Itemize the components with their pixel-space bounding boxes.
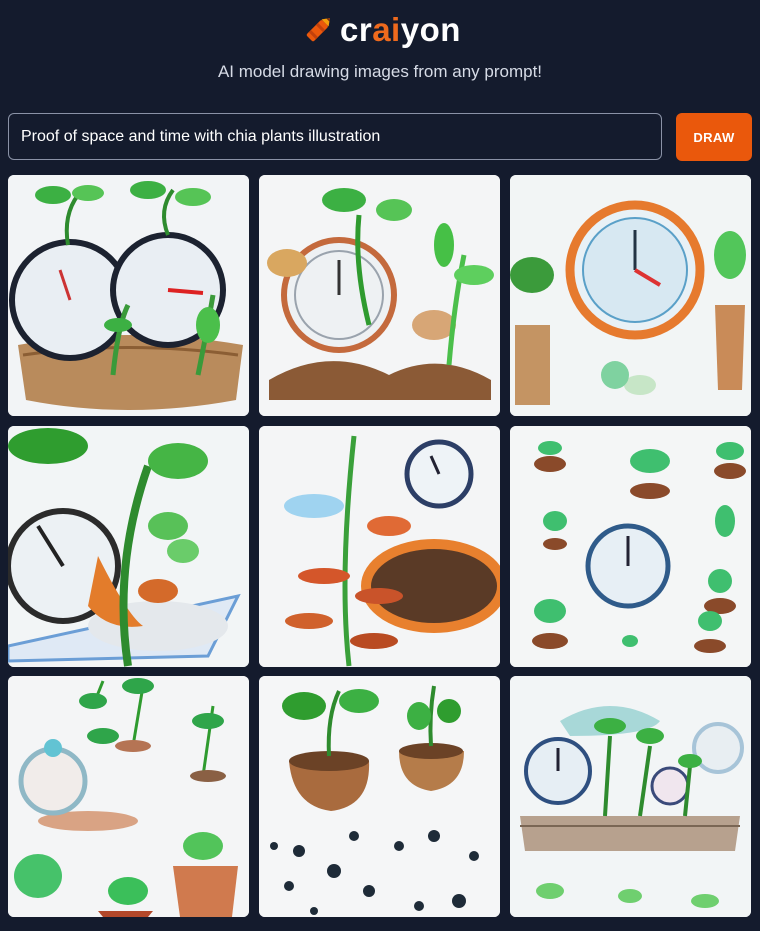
prompt-input[interactable]: Proof of space and time with chia plants…: [8, 113, 662, 160]
result-image-9[interactable]: [510, 676, 751, 917]
result-image-4-art: [8, 426, 249, 667]
result-image-6-art: [510, 426, 751, 667]
result-image-5-art: [259, 426, 500, 667]
logo-text-part-cr: cr: [340, 11, 373, 48]
result-image-8[interactable]: [259, 676, 500, 917]
result-image-7-art: [8, 676, 249, 917]
result-image-3[interactable]: [510, 175, 751, 416]
prompt-text: Proof of space and time with chia plants…: [21, 127, 381, 145]
logo-text-part-ai: ai: [372, 11, 401, 48]
header: craiyon AI model drawing images from any…: [0, 0, 760, 108]
result-image-1[interactable]: [8, 175, 249, 416]
result-image-1-art: [8, 175, 249, 416]
result-image-9-art: [510, 676, 751, 917]
logo-text-part-yon: yon: [400, 11, 461, 48]
tagline: AI model drawing images from any prompt!: [217, 62, 543, 81]
craiyon-logo[interactable]: craiyon: [300, 10, 461, 50]
result-image-6[interactable]: [510, 426, 751, 667]
result-image-3-art: [510, 175, 751, 416]
result-image-8-art: [259, 676, 500, 917]
result-image-5[interactable]: [259, 426, 500, 667]
result-image-2-art: [259, 175, 500, 416]
result-image-7[interactable]: [8, 676, 249, 917]
result-image-4[interactable]: [8, 426, 249, 667]
result-image-2[interactable]: [259, 175, 500, 416]
draw-button[interactable]: DRAW: [676, 113, 752, 161]
crayon-icon: [306, 17, 331, 42]
logo-text: craiyon: [340, 11, 461, 49]
